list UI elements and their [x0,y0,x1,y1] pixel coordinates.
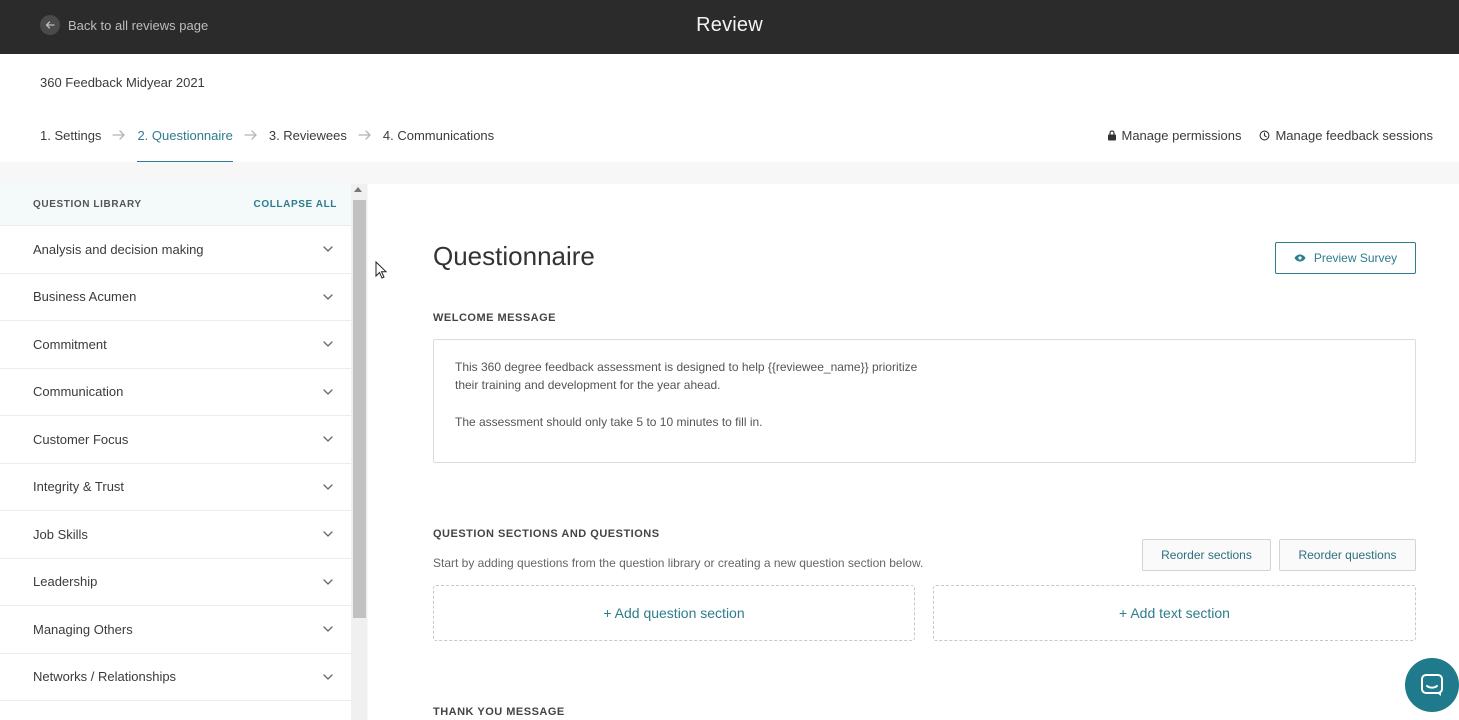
collapse-all-button[interactable]: COLLAPSE ALL [254,199,338,210]
manage-feedback-sessions-button[interactable]: Manage feedback sessions [1259,128,1433,143]
eye-icon [1294,254,1306,262]
library-item[interactable]: Customer Focus [0,416,351,464]
question-library-header: QUESTION LIBRARY COLLAPSE ALL [0,184,351,226]
chevron-down-icon [323,579,333,585]
questionnaire-title: Questionnaire [433,241,595,271]
add-question-section-button[interactable]: + Add question section [433,585,915,641]
library-item[interactable]: Analysis and decision making [0,226,351,274]
preview-survey-button[interactable]: Preview Survey [1275,242,1416,274]
chevron-down-icon [323,341,333,348]
question-library-title: QUESTION LIBRARY [33,199,142,210]
welcome-message-label: WELCOME MESSAGE [433,312,557,324]
library-item[interactable]: Networks / Relationships [0,654,351,701]
arrow-right-icon [353,129,377,141]
lock-icon [1107,129,1116,140]
library-item-label: Networks / Relationships [33,669,177,685]
chevron-down-icon [323,246,333,253]
library-item-label: Managing Others [33,621,133,637]
question-sections-helper: Start by adding questions from the quest… [433,556,924,570]
step-navigation: 1. Settings 2. Questionnaire 3. Reviewee… [40,126,494,163]
review-header: 360 Feedback Midyear 2021 1. Settings 2.… [0,54,1459,163]
question-sections-label: QUESTION SECTIONS AND QUESTIONS [433,528,660,540]
manage-permissions-button[interactable]: Manage permissions [1107,127,1242,143]
questionnaire-panel: Questionnaire Preview Survey WELCOME MES… [368,184,1459,720]
arrow-right-icon [107,129,131,141]
review-name: 360 Feedback Midyear 2021 [40,75,205,90]
reorder-questions-button[interactable]: Reorder questions [1279,539,1416,571]
library-item-label: Job Skills [33,526,88,542]
arrow-right-icon [239,129,263,141]
library-item-label: Customer Focus [33,431,129,447]
library-item[interactable]: Leadership [0,559,351,606]
add-text-section-button[interactable]: + Add text section [933,585,1416,641]
library-item[interactable]: Commitment [0,321,351,369]
manage-permissions-label: Manage permissions [1121,127,1242,143]
step-questionnaire[interactable]: 2. Questionnaire [137,128,234,163]
thank-you-message-label: THANK YOU MESSAGE [433,706,565,718]
chevron-down-icon [323,626,333,633]
reorder-sections-button[interactable]: Reorder sections [1142,539,1271,571]
clock-icon [1260,130,1270,140]
library-item[interactable]: Communication [0,369,351,416]
library-item-label: Commitment [33,336,107,352]
library-item-label: Leadership [33,574,98,590]
library-item[interactable]: Managing Others [0,606,351,654]
welcome-message-editor[interactable]: This 360 degree feedback assessment is d… [433,339,1416,463]
chat-launcher-button[interactable] [1405,658,1459,712]
top-bar: Back to all reviews page Review [0,0,1459,54]
preview-survey-label: Preview Survey [1313,251,1398,265]
step-reviewees[interactable]: 3. Reviewees [269,128,347,143]
manage-feedback-sessions-label: Manage feedback sessions [1275,127,1433,143]
question-library: QUESTION LIBRARY COLLAPSE ALL Analysis a… [0,184,351,720]
chevron-down-icon [323,389,333,395]
page-title: Review [696,14,763,36]
welcome-line: their training and development for the y… [455,378,721,392]
library-item[interactable]: Business Acumen [0,274,351,321]
chevron-down-icon [323,294,333,300]
library-item-label: Business Acumen [33,289,137,305]
mouse-cursor-icon [375,261,387,279]
library-item[interactable]: Integrity & Trust [0,464,351,511]
chat-icon [1421,674,1443,696]
welcome-line: The assessment should only take 5 to 10 … [455,415,763,429]
step-settings[interactable]: 1. Settings [40,128,101,143]
welcome-line: This 360 degree feedback assessment is d… [455,360,918,374]
library-item-label: Communication [33,384,124,400]
chevron-down-icon [323,436,333,443]
scroll-up-icon[interactable] [354,187,362,192]
library-item[interactable]: Job Skills [0,511,351,559]
sidebar-scrollbar-thumb[interactable] [353,200,366,618]
header-actions: Manage permissions Manage feedback sessi… [1107,126,1433,144]
library-item-label: Analysis and decision making [33,241,204,257]
chevron-down-icon [323,531,333,538]
step-communications[interactable]: 4. Communications [383,128,494,143]
library-item-label: Integrity & Trust [33,479,125,495]
chevron-down-icon [323,674,333,680]
chevron-down-icon [323,484,333,490]
